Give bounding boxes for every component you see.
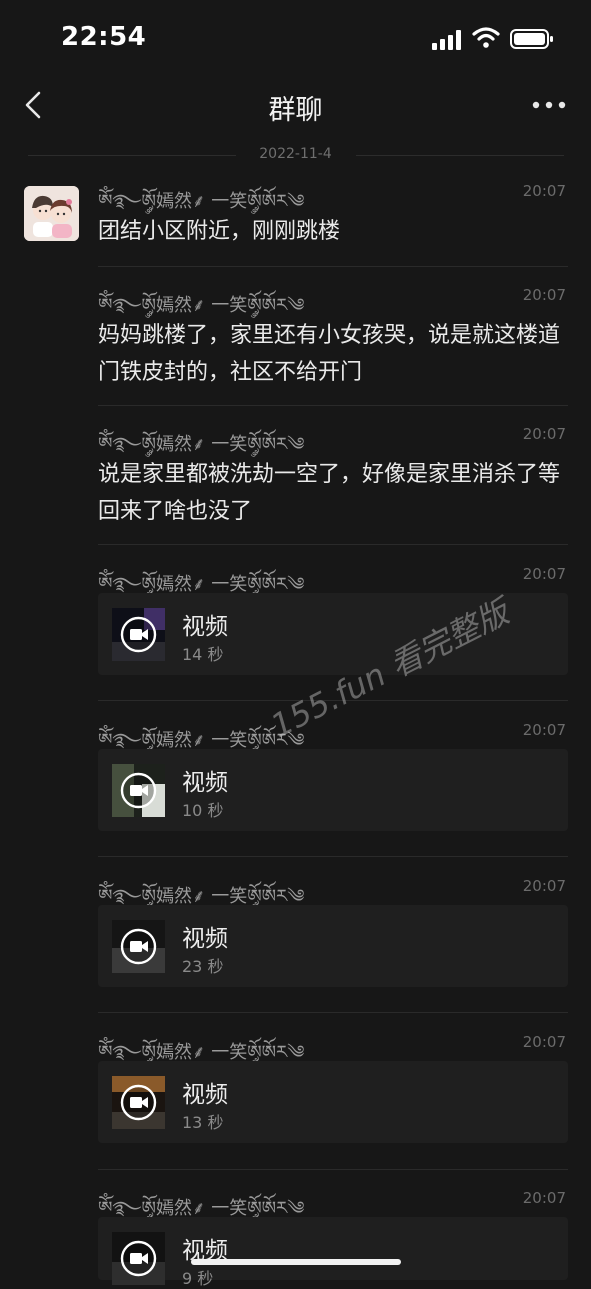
message-time: 20:07 <box>522 182 566 200</box>
video-play-icon <box>120 772 157 809</box>
video-label: 视频 <box>182 614 228 640</box>
video-thumbnail <box>112 608 165 661</box>
date-separator: 2022-11-4 <box>0 144 591 168</box>
video-thumbnail <box>112 920 165 973</box>
page-title: 群聊 <box>268 95 323 126</box>
divider <box>98 1012 568 1013</box>
battery-icon <box>510 29 553 49</box>
video-thumbnail <box>112 764 165 817</box>
status-bar: 22:54 <box>0 0 591 78</box>
message-time: 20:07 <box>522 425 566 443</box>
message-time: 20:07 <box>522 1033 566 1051</box>
video-label: 视频 <box>182 770 228 796</box>
video-duration: 9 秒 <box>182 1269 214 1288</box>
message-text: 团结小区附近，刚刚跳楼 <box>98 219 341 244</box>
video-card[interactable]: 视频 9 秒 <box>98 1217 568 1288</box>
video-play-icon <box>120 1240 157 1277</box>
video-card[interactable]: 视频 23 秒 <box>98 905 568 987</box>
more-dots-icon[interactable] <box>531 98 567 112</box>
avatar-illustration <box>24 186 79 241</box>
nav-bar: 群聊 <box>0 78 591 136</box>
divider <box>98 405 568 406</box>
video-play-icon <box>120 616 157 653</box>
message-time: 20:07 <box>522 877 566 895</box>
message-time: 20:07 <box>522 286 566 304</box>
video-play-icon <box>120 1084 157 1121</box>
video-duration: 10 秒 <box>182 801 224 820</box>
video-card[interactable]: 视频 10 秒 <box>98 749 568 831</box>
video-duration: 13 秒 <box>182 1113 224 1132</box>
video-card[interactable]: 视频 13 秒 <box>98 1061 568 1143</box>
message-time: 20:07 <box>522 565 566 583</box>
video-thumbnail <box>112 1076 165 1129</box>
video-play-icon <box>120 928 157 965</box>
video-duration: 14 秒 <box>182 645 224 664</box>
home-indicator[interactable] <box>191 1259 401 1265</box>
message-text: 说是家里都被洗劫一空了，好像是家里消杀了等回来了啥也没了 <box>98 462 561 524</box>
divider <box>98 856 568 857</box>
message-time: 20:07 <box>522 1189 566 1207</box>
divider <box>98 544 568 545</box>
message-time: 20:07 <box>522 721 566 739</box>
wifi-icon <box>472 27 500 48</box>
date-label: 2022-11-4 <box>259 146 332 162</box>
video-duration: 23 秒 <box>182 957 224 976</box>
video-label: 视频 <box>182 1082 228 1108</box>
video-label: 视频 <box>182 926 228 952</box>
signal-icon <box>432 30 461 50</box>
status-time: 22:54 <box>61 22 147 52</box>
message-text: 妈妈跳楼了，家里还有小女孩哭，说是就这楼道门铁皮封的，社区不给开门 <box>98 323 561 385</box>
divider <box>98 266 568 267</box>
date-line-right <box>356 155 564 156</box>
video-thumbnail <box>112 1232 165 1285</box>
avatar[interactable] <box>24 186 79 241</box>
divider <box>98 1169 568 1170</box>
